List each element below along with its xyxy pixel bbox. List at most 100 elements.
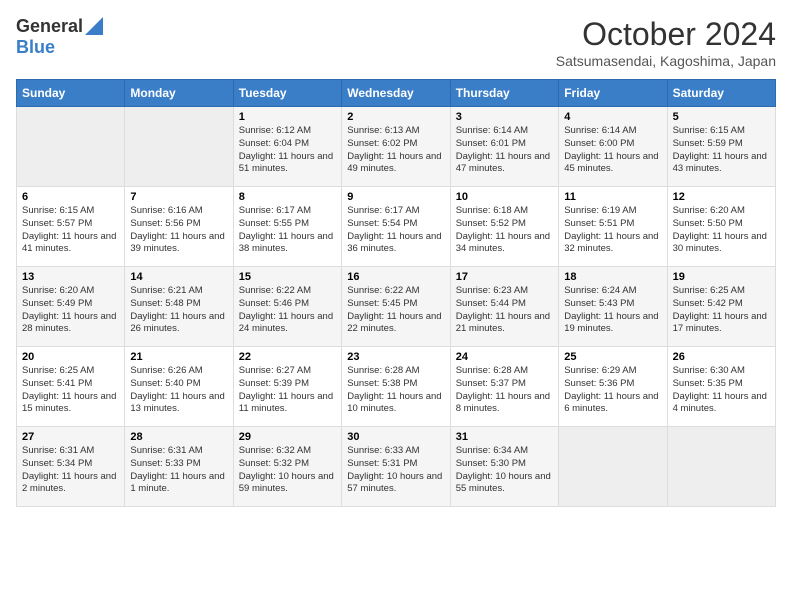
day-number: 1 bbox=[239, 111, 336, 123]
day-info: Sunrise: 6:31 AM Sunset: 5:33 PM Dayligh… bbox=[130, 445, 224, 494]
day-number: 9 bbox=[347, 191, 444, 203]
day-number: 12 bbox=[673, 191, 770, 203]
calendar-week-3: 13Sunrise: 6:20 AM Sunset: 5:49 PM Dayli… bbox=[17, 267, 776, 347]
day-info: Sunrise: 6:15 AM Sunset: 5:57 PM Dayligh… bbox=[22, 205, 116, 254]
day-info: Sunrise: 6:29 AM Sunset: 5:36 PM Dayligh… bbox=[564, 365, 658, 414]
calendar-cell: 22 Sunrise: 6:27 AM Sunset: 5:39 PM Dayli… bbox=[233, 347, 341, 427]
day-number: 22 bbox=[239, 351, 336, 363]
logo-general-text: General bbox=[16, 16, 83, 37]
page-header: General Blue October 2024 Satsumasendai,… bbox=[16, 16, 776, 69]
day-info: Sunrise: 6:16 AM Sunset: 5:56 PM Dayligh… bbox=[130, 205, 224, 254]
day-number: 20 bbox=[22, 351, 119, 363]
calendar-cell: 14Sunrise: 6:21 AM Sunset: 5:48 PM Dayli… bbox=[125, 267, 233, 347]
day-info: Sunrise: 6:17 AM Sunset: 5:55 PM Dayligh… bbox=[239, 205, 333, 254]
calendar-cell: 30 Sunrise: 6:33 AM Sunset: 5:31 PM Dayli… bbox=[342, 427, 450, 507]
day-number: 7 bbox=[130, 191, 227, 203]
calendar-cell: 13Sunrise: 6:20 AM Sunset: 5:49 PM Dayli… bbox=[17, 267, 125, 347]
header-cell-saturday: Saturday bbox=[667, 80, 775, 107]
day-number: 11 bbox=[564, 191, 661, 203]
calendar-week-5: 27Sunrise: 6:31 AM Sunset: 5:34 PM Dayli… bbox=[17, 427, 776, 507]
calendar-week-1: 1 Sunrise: 6:12 AM Sunset: 6:04 PM Daylig… bbox=[17, 107, 776, 187]
day-info: Sunrise: 6:17 AM Sunset: 5:54 PM Dayligh… bbox=[347, 205, 441, 254]
calendar-cell: 12Sunrise: 6:20 AM Sunset: 5:50 PM Dayli… bbox=[667, 187, 775, 267]
day-number: 21 bbox=[130, 351, 227, 363]
calendar-cell: 5 Sunrise: 6:15 AM Sunset: 5:59 PM Daylig… bbox=[667, 107, 775, 187]
day-info: Sunrise: 6:22 AM Sunset: 5:46 PM Dayligh… bbox=[239, 285, 333, 334]
day-number: 31 bbox=[456, 431, 553, 443]
day-number: 13 bbox=[22, 271, 119, 283]
title-block: October 2024 Satsumasendai, Kagoshima, J… bbox=[556, 16, 776, 69]
calendar-cell: 27Sunrise: 6:31 AM Sunset: 5:34 PM Dayli… bbox=[17, 427, 125, 507]
calendar-cell: 29Sunrise: 6:32 AM Sunset: 5:32 PM Dayli… bbox=[233, 427, 341, 507]
day-info: Sunrise: 6:14 AM Sunset: 6:00 PM Dayligh… bbox=[564, 125, 658, 174]
calendar-cell: 10 Sunrise: 6:18 AM Sunset: 5:52 PM Dayli… bbox=[450, 187, 558, 267]
calendar-body: 1 Sunrise: 6:12 AM Sunset: 6:04 PM Daylig… bbox=[17, 107, 776, 507]
day-info: Sunrise: 6:18 AM Sunset: 5:52 PM Dayligh… bbox=[456, 205, 550, 254]
day-info: Sunrise: 6:25 AM Sunset: 5:42 PM Dayligh… bbox=[673, 285, 767, 334]
day-info: Sunrise: 6:14 AM Sunset: 6:01 PM Dayligh… bbox=[456, 125, 550, 174]
calendar-cell: 21 Sunrise: 6:26 AM Sunset: 5:40 PM Dayli… bbox=[125, 347, 233, 427]
day-number: 17 bbox=[456, 271, 553, 283]
calendar-header: SundayMondayTuesdayWednesdayThursdayFrid… bbox=[17, 80, 776, 107]
day-info: Sunrise: 6:12 AM Sunset: 6:04 PM Dayligh… bbox=[239, 125, 333, 174]
calendar-cell: 26 Sunrise: 6:30 AM Sunset: 5:35 PM Dayli… bbox=[667, 347, 775, 427]
day-info: Sunrise: 6:13 AM Sunset: 6:02 PM Dayligh… bbox=[347, 125, 441, 174]
header-cell-thursday: Thursday bbox=[450, 80, 558, 107]
day-number: 3 bbox=[456, 111, 553, 123]
day-number: 24 bbox=[456, 351, 553, 363]
day-info: Sunrise: 6:31 AM Sunset: 5:34 PM Dayligh… bbox=[22, 445, 116, 494]
header-cell-friday: Friday bbox=[559, 80, 667, 107]
day-number: 16 bbox=[347, 271, 444, 283]
calendar-cell: 20 Sunrise: 6:25 AM Sunset: 5:41 PM Dayli… bbox=[17, 347, 125, 427]
calendar-cell: 8Sunrise: 6:17 AM Sunset: 5:55 PM Daylig… bbox=[233, 187, 341, 267]
day-number: 2 bbox=[347, 111, 444, 123]
calendar-cell: 24 Sunrise: 6:28 AM Sunset: 5:37 PM Dayli… bbox=[450, 347, 558, 427]
calendar-cell: 2 Sunrise: 6:13 AM Sunset: 6:02 PM Daylig… bbox=[342, 107, 450, 187]
calendar-cell: 6 Sunrise: 6:15 AM Sunset: 5:57 PM Daylig… bbox=[17, 187, 125, 267]
day-info: Sunrise: 6:26 AM Sunset: 5:40 PM Dayligh… bbox=[130, 365, 224, 414]
day-info: Sunrise: 6:33 AM Sunset: 5:31 PM Dayligh… bbox=[347, 445, 442, 494]
calendar-cell: 17Sunrise: 6:23 AM Sunset: 5:44 PM Dayli… bbox=[450, 267, 558, 347]
calendar-cell: 25 Sunrise: 6:29 AM Sunset: 5:36 PM Dayli… bbox=[559, 347, 667, 427]
day-info: Sunrise: 6:15 AM Sunset: 5:59 PM Dayligh… bbox=[673, 125, 767, 174]
header-cell-monday: Monday bbox=[125, 80, 233, 107]
day-info: Sunrise: 6:28 AM Sunset: 5:38 PM Dayligh… bbox=[347, 365, 441, 414]
header-cell-sunday: Sunday bbox=[17, 80, 125, 107]
day-number: 5 bbox=[673, 111, 770, 123]
day-number: 29 bbox=[239, 431, 336, 443]
day-number: 4 bbox=[564, 111, 661, 123]
logo: General Blue bbox=[16, 16, 103, 58]
day-info: Sunrise: 6:25 AM Sunset: 5:41 PM Dayligh… bbox=[22, 365, 116, 414]
day-number: 25 bbox=[564, 351, 661, 363]
calendar-cell: 7 Sunrise: 6:16 AM Sunset: 5:56 PM Daylig… bbox=[125, 187, 233, 267]
month-title: October 2024 bbox=[556, 16, 776, 53]
calendar-table: SundayMondayTuesdayWednesdayThursdayFrid… bbox=[16, 79, 776, 507]
day-number: 15 bbox=[239, 271, 336, 283]
logo-icon bbox=[85, 17, 103, 35]
calendar-cell: 11 Sunrise: 6:19 AM Sunset: 5:51 PM Dayli… bbox=[559, 187, 667, 267]
day-info: Sunrise: 6:24 AM Sunset: 5:43 PM Dayligh… bbox=[564, 285, 658, 334]
calendar-cell: 31Sunrise: 6:34 AM Sunset: 5:30 PM Dayli… bbox=[450, 427, 558, 507]
header-cell-wednesday: Wednesday bbox=[342, 80, 450, 107]
calendar-cell bbox=[667, 427, 775, 507]
day-info: Sunrise: 6:27 AM Sunset: 5:39 PM Dayligh… bbox=[239, 365, 333, 414]
day-info: Sunrise: 6:22 AM Sunset: 5:45 PM Dayligh… bbox=[347, 285, 441, 334]
day-number: 23 bbox=[347, 351, 444, 363]
day-number: 19 bbox=[673, 271, 770, 283]
calendar-cell bbox=[125, 107, 233, 187]
calendar-cell: 4 Sunrise: 6:14 AM Sunset: 6:00 PM Daylig… bbox=[559, 107, 667, 187]
header-cell-tuesday: Tuesday bbox=[233, 80, 341, 107]
location: Satsumasendai, Kagoshima, Japan bbox=[556, 53, 776, 69]
day-number: 6 bbox=[22, 191, 119, 203]
calendar-cell: 23 Sunrise: 6:28 AM Sunset: 5:38 PM Dayli… bbox=[342, 347, 450, 427]
day-number: 30 bbox=[347, 431, 444, 443]
calendar-week-4: 20 Sunrise: 6:25 AM Sunset: 5:41 PM Dayli… bbox=[17, 347, 776, 427]
calendar-week-2: 6 Sunrise: 6:15 AM Sunset: 5:57 PM Daylig… bbox=[17, 187, 776, 267]
day-number: 26 bbox=[673, 351, 770, 363]
day-info: Sunrise: 6:28 AM Sunset: 5:37 PM Dayligh… bbox=[456, 365, 550, 414]
day-number: 10 bbox=[456, 191, 553, 203]
day-info: Sunrise: 6:30 AM Sunset: 5:35 PM Dayligh… bbox=[673, 365, 767, 414]
day-number: 14 bbox=[130, 271, 227, 283]
calendar-cell: 18Sunrise: 6:24 AM Sunset: 5:43 PM Dayli… bbox=[559, 267, 667, 347]
day-info: Sunrise: 6:19 AM Sunset: 5:51 PM Dayligh… bbox=[564, 205, 658, 254]
